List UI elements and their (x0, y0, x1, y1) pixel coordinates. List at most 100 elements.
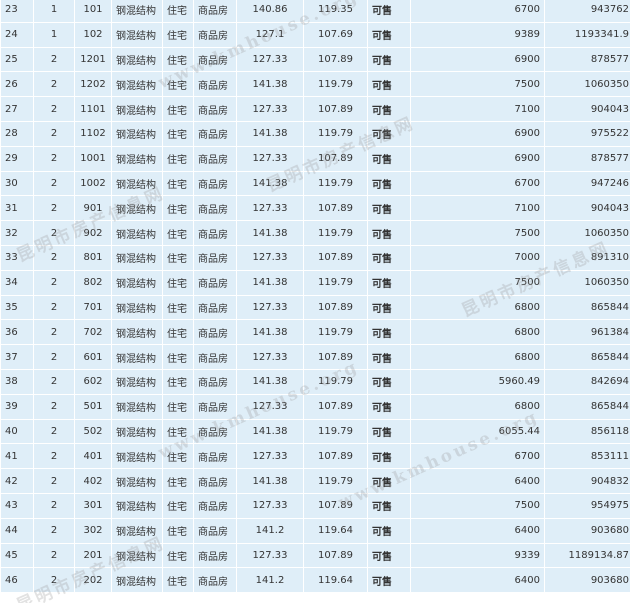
table-row: 40 2 502 钢混结构 住宅 商品房 141.38 119.79 可售 6055.44 8561… (0, 418, 630, 445)
unit-cell: 2 (33, 319, 75, 346)
unit-cell: 2 (33, 220, 75, 246)
room-number-cell[interactable]: 1102 (74, 120, 112, 147)
total-price-cell: 904043 (544, 96, 630, 122)
table-row: 26 2 1202 钢混结构 住宅 商品房 141.38 119.79 可售 7500 106035… (0, 71, 630, 98)
room-number-cell[interactable]: 1002 (74, 170, 112, 197)
house-type-cell: 商品房 (193, 468, 237, 494)
table-row: 39 2 501 钢混结构 住宅 商品房 127.33 107.89 可售 6800 865844 (0, 393, 630, 420)
total-price-cell: 903680 (544, 567, 630, 594)
inner-area-cell: 119.35 (303, 0, 368, 23)
building-area-cell: 127.33 (236, 393, 304, 420)
room-number-cell[interactable]: 1001 (74, 145, 112, 172)
room-number-cell[interactable]: 701 (74, 294, 112, 321)
room-number-cell[interactable]: 301 (74, 492, 112, 519)
total-price-cell: 1060350 (544, 220, 630, 246)
building-area-cell: 141.38 (236, 120, 304, 147)
total-price-cell: 903680 (544, 517, 630, 544)
structure-cell: 钢混结构 (111, 542, 163, 569)
structure-cell: 钢混结构 (111, 244, 163, 271)
total-price-cell: 943762 (544, 0, 630, 23)
total-price-cell: 1193341.9 (544, 21, 630, 48)
sale-status-cell: 可售 (367, 567, 411, 594)
unit-price-cell: 5960.49 (410, 368, 545, 395)
inner-area-cell: 107.69 (303, 21, 368, 48)
room-number-cell[interactable]: 1202 (74, 71, 112, 98)
total-price-cell: 856118 (544, 418, 630, 445)
inner-area-cell: 119.79 (303, 220, 368, 246)
unit-cell: 2 (33, 71, 75, 98)
structure-cell: 钢混结构 (111, 344, 163, 370)
unit-price-cell: 6400 (410, 517, 545, 544)
inner-area-cell: 119.79 (303, 120, 368, 147)
table-row: 33 2 801 钢混结构 住宅 商品房 127.33 107.89 可售 7000 891310 (0, 244, 630, 271)
table-row: 32 2 902 钢混结构 住宅 商品房 141.38 119.79 可售 7500 1060350 (0, 220, 630, 246)
room-number-cell[interactable]: 202 (74, 567, 112, 594)
inner-area-cell: 119.79 (303, 468, 368, 494)
unit-cell: 2 (33, 195, 75, 222)
row-number-cell: 41 (0, 443, 34, 470)
room-number-cell[interactable]: 201 (74, 542, 112, 569)
room-number-cell[interactable]: 302 (74, 517, 112, 544)
row-number-cell: 34 (0, 269, 34, 296)
room-number-cell[interactable]: 802 (74, 269, 112, 296)
room-number-cell[interactable]: 1101 (74, 96, 112, 122)
sale-status-cell: 可售 (367, 220, 411, 246)
row-number-cell: 45 (0, 542, 34, 569)
unit-price-cell: 7500 (410, 269, 545, 296)
unit-cell: 1 (33, 0, 75, 23)
usage-cell: 住宅 (162, 294, 194, 321)
table-row: 41 2 401 钢混结构 住宅 商品房 127.33 107.89 可售 6700 853111 (0, 443, 630, 470)
room-number-cell[interactable]: 402 (74, 468, 112, 494)
unit-cell: 2 (33, 517, 75, 544)
sale-status-cell: 可售 (367, 269, 411, 296)
house-type-cell: 商品房 (193, 517, 237, 544)
total-price-cell: 904043 (544, 195, 630, 222)
room-number-cell[interactable]: 102 (74, 21, 112, 48)
room-number-cell[interactable]: 702 (74, 319, 112, 346)
building-area-cell: 127.33 (236, 294, 304, 321)
structure-cell: 钢混结构 (111, 21, 163, 48)
structure-cell: 钢混结构 (111, 393, 163, 420)
structure-cell: 钢混结构 (111, 71, 163, 98)
house-type-cell: 商品房 (193, 0, 237, 23)
room-number-cell[interactable]: 101 (74, 0, 112, 23)
total-price-cell: 853111 (544, 443, 630, 470)
room-number-cell[interactable]: 502 (74, 418, 112, 445)
sale-status-cell: 可售 (367, 368, 411, 395)
row-number-cell: 36 (0, 319, 34, 346)
usage-cell: 住宅 (162, 0, 194, 23)
table-row: 28 2 1102 钢混结构 住宅 商品房 141.38 119.79 可售 6900 975522 (0, 120, 630, 147)
inner-area-cell: 107.89 (303, 344, 368, 370)
room-number-cell[interactable]: 901 (74, 195, 112, 222)
building-area-cell: 141.2 (236, 517, 304, 544)
unit-price-cell: 6900 (410, 145, 545, 172)
room-number-cell[interactable]: 602 (74, 368, 112, 395)
room-number-cell[interactable]: 401 (74, 443, 112, 470)
sale-status-cell: 可售 (367, 96, 411, 122)
unit-cell: 2 (33, 145, 75, 172)
sale-status-cell: 可售 (367, 21, 411, 48)
room-number-cell[interactable]: 801 (74, 244, 112, 271)
table-row: 46 2 202 钢混结构 住宅 商品房 141.2 119.64 可售 6400 903680 (0, 567, 630, 594)
room-number-cell[interactable]: 902 (74, 220, 112, 246)
house-type-cell: 商品房 (193, 368, 237, 395)
row-number-cell: 44 (0, 517, 34, 544)
unit-price-cell: 6700 (410, 443, 545, 470)
sale-status-cell: 可售 (367, 0, 411, 23)
house-type-cell: 商品房 (193, 120, 237, 147)
structure-cell: 钢混结构 (111, 269, 163, 296)
room-number-cell[interactable]: 501 (74, 393, 112, 420)
inner-area-cell: 107.89 (303, 195, 368, 222)
row-number-cell: 35 (0, 294, 34, 321)
usage-cell: 住宅 (162, 46, 194, 73)
room-number-cell[interactable]: 601 (74, 344, 112, 370)
sale-status-cell: 可售 (367, 195, 411, 222)
building-area-cell: 127.33 (236, 443, 304, 470)
row-number-cell: 29 (0, 145, 34, 172)
structure-cell: 钢混结构 (111, 220, 163, 246)
usage-cell: 住宅 (162, 195, 194, 222)
usage-cell: 住宅 (162, 443, 194, 470)
room-number-cell[interactable]: 1201 (74, 46, 112, 73)
house-type-cell: 商品房 (193, 542, 237, 569)
row-number-cell: 32 (0, 220, 34, 246)
